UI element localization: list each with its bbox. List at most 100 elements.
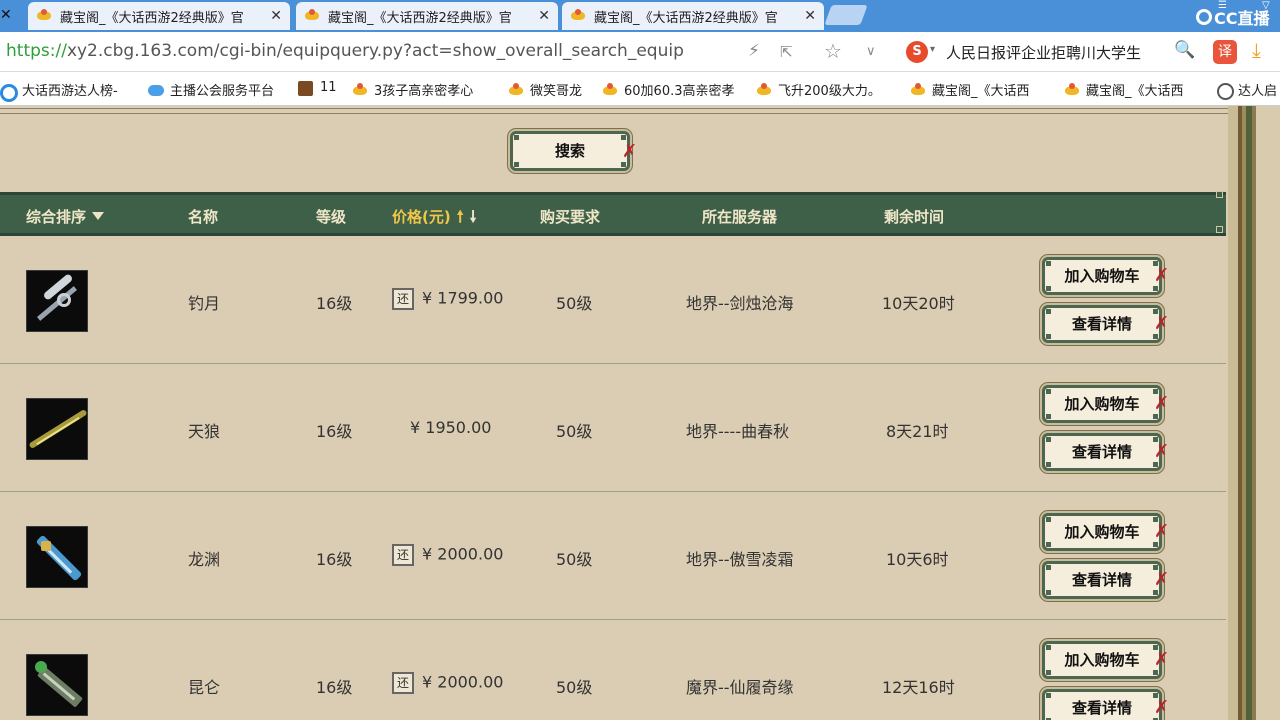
- page-content: 搜索 ✗ 综合排序 名称 等级 价格(元) 🠕 🠗 购买要求 所在服务器 剩余时间 …: [0, 106, 1280, 720]
- item-server: 魔界--仙履奇缘: [686, 678, 794, 697]
- chevron-down-icon[interactable]: ∨: [866, 44, 876, 59]
- cc-logo-text: CC直播: [1214, 9, 1270, 28]
- tab-close-icon[interactable]: ✕: [538, 8, 550, 24]
- table-row: 天狼 16级 ¥ 1950.00 50级 地界----曲春秋 8天21时 加入购…: [0, 364, 1226, 492]
- tab-title: 藏宝阁_《大话西游2经典版》官: [594, 10, 778, 26]
- item-price: 还 ¥ 1799.00: [392, 288, 503, 310]
- knot-icon: ✗: [622, 141, 638, 162]
- tab-close-icon[interactable]: ✕: [804, 8, 816, 24]
- share-icon[interactable]: ⇱: [780, 43, 793, 61]
- sort-label: 综合排序: [26, 208, 87, 226]
- knot-icon: ✗: [1154, 313, 1170, 334]
- browser-tab[interactable]: 藏宝阁_《大话西游2经典版》官 ✕: [296, 2, 558, 30]
- view-detail-button[interactable]: 查看详情: [1042, 561, 1162, 599]
- bookmark-item[interactable]: 飞升200级大力。: [756, 80, 881, 99]
- search-icon[interactable]: 🔍: [1174, 40, 1195, 60]
- bookmark-label: 3孩子高亲密孝心: [374, 84, 474, 99]
- cc-live-logo: CC直播: [1196, 4, 1278, 30]
- item-time-left: 8天21时: [886, 422, 949, 441]
- item-requirement: 50级: [556, 294, 593, 313]
- header-name: 名称: [188, 208, 219, 226]
- bookmarks-bar: 大话西游达人榜- 主播公会服务平台 11 3孩子高亲密孝心 微笑哥龙 60加60…: [0, 72, 1280, 106]
- url-field[interactable]: https://xy2.cbg.163.com/cgi-bin/equipque…: [6, 41, 684, 61]
- new-tab-button[interactable]: [824, 5, 868, 25]
- search-button-label: 搜索: [554, 142, 585, 160]
- table-row: 龙渊 16级 还 ¥ 2000.00 50级 地界--傲雪凌霜 10天6时 加入购…: [0, 492, 1226, 620]
- bookmark-item[interactable]: 微笑哥龙: [508, 80, 582, 99]
- price-value: ¥ 2000.00: [422, 544, 504, 564]
- item-requirement: 50级: [556, 550, 593, 569]
- item-name[interactable]: 昆仑: [188, 674, 220, 698]
- decorative-frame: [1228, 106, 1280, 720]
- sort-dropdown[interactable]: 综合排序: [26, 206, 105, 227]
- button-label: 加入购物车: [1064, 395, 1140, 413]
- bookmark-item[interactable]: 60加60.3高亲密孝: [602, 80, 735, 99]
- bookmark-item[interactable]: 11: [298, 80, 337, 96]
- bookmark-label: 11: [320, 80, 337, 95]
- add-to-cart-button[interactable]: 加入购物车: [1042, 513, 1162, 551]
- duck-icon: [602, 82, 618, 97]
- tab-close-icon[interactable]: ✕: [0, 7, 12, 23]
- duck-icon: [36, 9, 52, 23]
- item-requirement: 50级: [556, 422, 593, 441]
- add-to-cart-button[interactable]: 加入购物车: [1042, 257, 1162, 295]
- bookmark-item[interactable]: 藏宝阁_《大话西: [1064, 80, 1184, 99]
- lightning-icon[interactable]: ⚡: [748, 41, 760, 61]
- item-time-left: 10天6时: [886, 550, 949, 569]
- view-detail-button[interactable]: 查看详情: [1042, 305, 1162, 343]
- bookmark-label: 60加60.3高亲密孝: [624, 84, 735, 99]
- item-level: 16级: [316, 294, 353, 313]
- search-button[interactable]: 搜索: [510, 131, 630, 171]
- view-detail-button[interactable]: 查看详情: [1042, 433, 1162, 471]
- header-server: 所在服务器: [702, 208, 778, 226]
- item-name[interactable]: 天狼: [188, 418, 220, 442]
- arrow-up-icon[interactable]: 🠕: [457, 206, 464, 233]
- sogou-search-icon[interactable]: S: [906, 41, 928, 63]
- button-label: 加入购物车: [1064, 267, 1140, 285]
- knot-icon: ✗: [1154, 521, 1170, 542]
- item-server: 地界--傲雪凌霜: [686, 550, 794, 569]
- item-thumbnail[interactable]: [26, 654, 88, 716]
- item-requirement: 50级: [556, 678, 593, 697]
- item-thumbnail[interactable]: [26, 526, 88, 588]
- scroll-nub: [1216, 226, 1223, 233]
- translate-icon[interactable]: 译: [1213, 40, 1237, 64]
- bookmark-item[interactable]: 3孩子高亲密孝心: [352, 80, 473, 99]
- bookmark-item[interactable]: 藏宝阁_《大话西: [910, 80, 1030, 99]
- tab-close-icon[interactable]: ✕: [270, 8, 282, 24]
- browser-tab[interactable]: 藏宝阁_《大话西游2经典版》官 ✕: [28, 2, 290, 30]
- duck-icon: [756, 82, 772, 97]
- item-thumbnail[interactable]: [26, 270, 88, 332]
- news-ticker[interactable]: 人民日报评企业拒聘川大学生: [946, 42, 1141, 63]
- caret-down-icon[interactable]: ▾: [930, 44, 935, 55]
- add-to-cart-button[interactable]: 加入购物车: [1042, 385, 1162, 423]
- download-icon[interactable]: ⤓: [1252, 38, 1261, 62]
- bookmark-item[interactable]: 主播公会服务平台: [148, 80, 274, 99]
- item-thumbnail[interactable]: [26, 398, 88, 460]
- knot-icon: ✗: [1154, 697, 1170, 718]
- add-to-cart-button[interactable]: 加入购物车: [1042, 641, 1162, 679]
- scroll-nub: [1216, 191, 1223, 198]
- tab-title: 藏宝阁_《大话西游2经典版》官: [60, 10, 244, 26]
- header-price-sort[interactable]: 价格(元) 🠕 🠗: [392, 206, 476, 233]
- bookmark-item[interactable]: 大话西游达人榜-: [0, 80, 118, 102]
- bargain-badge: 还: [392, 288, 414, 310]
- item-level: 16级: [316, 422, 353, 441]
- table-row: 昆仑 16级 还 ¥ 2000.00 50级 魔界--仙履奇缘 12天16时 加入…: [0, 620, 1226, 720]
- header-time-left: 剩余时间: [884, 208, 945, 226]
- star-icon[interactable]: ☆: [824, 39, 842, 63]
- price-label: 价格(元): [392, 208, 451, 226]
- price-value: ¥ 2000.00: [422, 672, 504, 692]
- price-value: ¥ 1799.00: [422, 288, 504, 308]
- bookmark-item[interactable]: 达人启: [1216, 80, 1277, 100]
- arrow-down-icon[interactable]: 🠗: [470, 206, 477, 233]
- item-name[interactable]: 钓月: [188, 290, 220, 314]
- caret-down-icon: [92, 212, 105, 220]
- bookmark-label: 飞升200级大力。: [778, 84, 881, 99]
- item-name[interactable]: 龙渊: [188, 546, 220, 570]
- view-detail-button[interactable]: 查看详情: [1042, 689, 1162, 720]
- header-requirement: 购买要求: [540, 208, 601, 226]
- price-value: ¥ 1950.00: [410, 418, 492, 437]
- item-price: 还 ¥ 2000.00: [392, 544, 503, 566]
- browser-tab[interactable]: 藏宝阁_《大话西游2经典版》官 ✕: [562, 2, 824, 30]
